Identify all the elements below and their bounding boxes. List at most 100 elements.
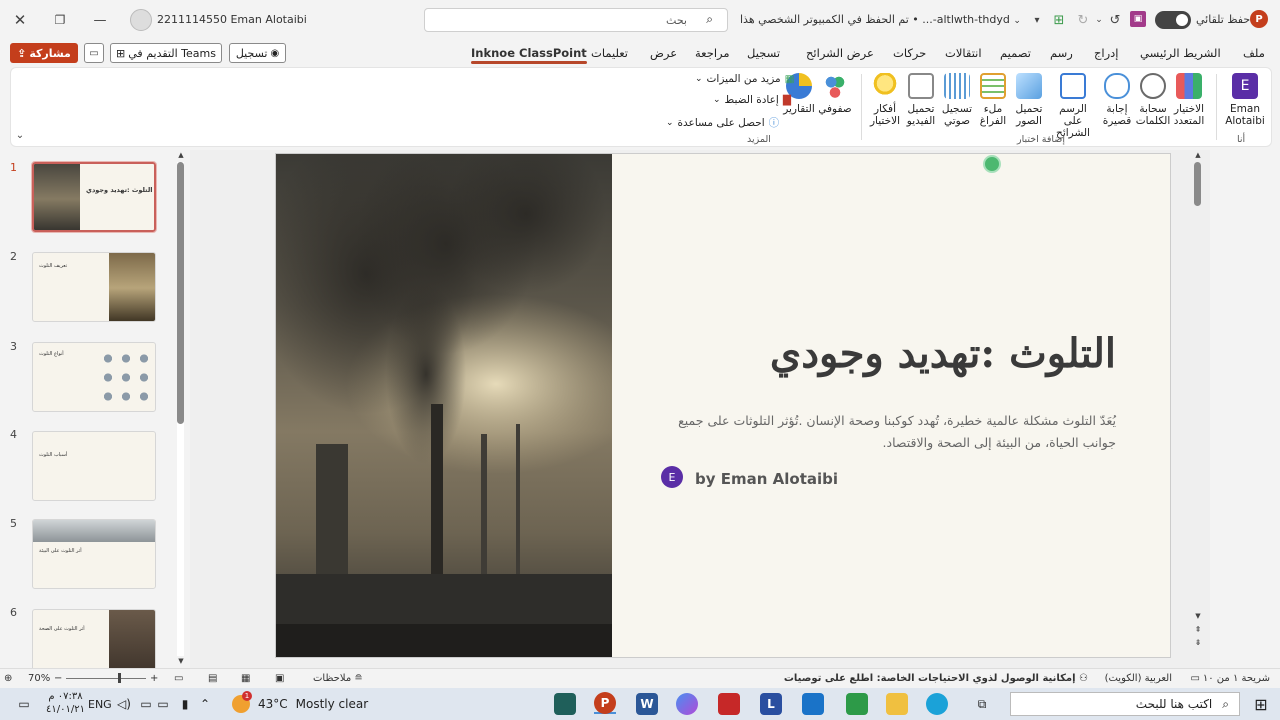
tab-slideshow[interactable]: عرض الشرائح xyxy=(806,46,874,60)
clock[interactable]: ٠٧:٣٨ م ٤١/٠١/٢١ xyxy=(46,690,85,716)
close-icon[interactable]: ✕ xyxy=(8,10,32,30)
multiple-choice-button[interactable]: الاختيار المتعدد xyxy=(1171,73,1207,127)
volume-icon[interactable]: ◁) xyxy=(116,694,132,714)
notes-button[interactable]: ملاحظات ≘ xyxy=(313,673,363,684)
show-hidden-icons[interactable]: ⌃ xyxy=(198,694,212,714)
tab-view[interactable]: عرض xyxy=(650,46,677,60)
customize-toolbar-icon[interactable]: ▾ xyxy=(1030,11,1044,29)
thumb-scrollbar[interactable] xyxy=(177,162,184,656)
zoom-level[interactable]: 70% xyxy=(28,673,50,684)
weather-widget[interactable]: 43°C Mostly clear xyxy=(232,694,368,714)
tab-file[interactable]: ملف xyxy=(1243,46,1265,60)
reset-button[interactable]: ⌄ إعادة الضبط ▇ xyxy=(713,94,791,106)
slide-sorter-icon[interactable]: ▦ xyxy=(241,673,250,684)
slide-thumbnail-1[interactable]: التلوث :تهديد وجودي xyxy=(31,161,157,233)
minimize-icon[interactable]: — xyxy=(88,10,112,30)
image-upload-button[interactable]: تحميل الصور xyxy=(1011,73,1047,127)
account-avatar[interactable] xyxy=(130,9,152,31)
taskbar-app-word[interactable]: W xyxy=(636,693,658,715)
taskbar-app-lanschool[interactable]: L xyxy=(760,693,782,715)
monitor-icon[interactable]: ▭ xyxy=(156,694,170,714)
tab-classpoint[interactable]: Inknoe ClassPoint xyxy=(471,46,587,64)
scroll-down-icon[interactable]: ▼ xyxy=(1193,611,1203,621)
tab-home[interactable]: الشريط الرئيسي xyxy=(1140,46,1221,60)
user-account-button[interactable]: E Eman Alotaibi xyxy=(1225,73,1265,127)
tab-transitions[interactable]: انتقالات xyxy=(945,46,982,60)
slideshow-icon[interactable]: ▭ xyxy=(174,673,183,684)
taskbar-app-mcafee[interactable] xyxy=(718,693,740,715)
redo-icon[interactable]: ↻ xyxy=(1074,11,1092,29)
save-icon[interactable]: ▣ xyxy=(1130,11,1146,27)
scroll-down-icon[interactable]: ▼ xyxy=(176,656,186,666)
taskbar-app-store[interactable] xyxy=(846,693,868,715)
word-cloud-button[interactable]: سحابة الكلمات xyxy=(1135,73,1171,127)
next-slide-icon[interactable]: ⇟ xyxy=(1193,637,1203,647)
scroll-up-icon[interactable]: ▲ xyxy=(176,150,186,160)
my-classes-button[interactable]: صفوفي xyxy=(817,73,853,115)
tab-record[interactable]: تسجيل xyxy=(747,46,780,60)
get-help-button[interactable]: ⌄ احصل على مساعدة ⓘ xyxy=(666,115,779,130)
scroll-up-icon[interactable]: ▲ xyxy=(1193,150,1203,160)
collapse-ribbon-icon[interactable]: ⌄ xyxy=(13,128,27,142)
tab-insert[interactable]: إدراج xyxy=(1094,46,1119,60)
zoom-out-icon[interactable]: − xyxy=(54,673,62,684)
document-title[interactable]: ⌄ altlwth-thdyd-... • تم الحفظ في الكمبي… xyxy=(740,13,1021,26)
tab-design[interactable]: تصميم xyxy=(1000,46,1031,60)
file-explorer-icon xyxy=(886,693,908,715)
language-indicator[interactable]: العربية (الكويت) xyxy=(1105,673,1172,684)
previous-slide-icon[interactable]: ⇞ xyxy=(1193,624,1203,634)
slide-thumbnail-2[interactable]: تعريف التلوث xyxy=(32,252,156,322)
taskbar-app-classpoint[interactable] xyxy=(554,693,576,715)
spellcheck-icon[interactable]: ▭ xyxy=(1191,673,1200,684)
taskbar-search-box[interactable]: اكتب هنا للبحث ⌕ xyxy=(1010,692,1240,716)
slide-scrollbar[interactable] xyxy=(1194,162,1201,610)
slide-1[interactable]: التلوث :تهديد وجودي يُعَدّ التلوث مشكلة … xyxy=(275,153,1171,658)
quiz-ideas-button[interactable]: أفكار الاختيار xyxy=(867,73,903,127)
autosave-toggle[interactable] xyxy=(1155,11,1191,29)
taskbar-app-explorer[interactable] xyxy=(886,693,908,715)
undo-dropdown-icon[interactable]: ⌄ xyxy=(1094,11,1104,29)
slide-thumbnail-4[interactable]: أسباب التلوث xyxy=(32,431,156,501)
taskbar-app-copilot[interactable] xyxy=(676,693,698,715)
slide-body-text[interactable]: يُعَدّ التلوث مشكلة عالمية خطيرة، تُهدد … xyxy=(646,410,1116,454)
restore-icon[interactable]: ❐ xyxy=(48,10,72,30)
microphone-icon[interactable]: ▮ xyxy=(178,694,192,714)
taskbar-app-edge[interactable] xyxy=(926,693,948,715)
start-button[interactable]: ⊞ xyxy=(1250,694,1272,714)
task-view-icon[interactable]: ⧉ xyxy=(972,694,992,714)
slide-thumbnail-5[interactable]: أثر التلوث على البيئة xyxy=(32,519,156,589)
account-name[interactable]: 2211114550 Eman Alotaibi xyxy=(157,13,307,26)
tab-help[interactable]: تعليمات xyxy=(591,46,628,60)
tab-draw[interactable]: رسم xyxy=(1050,46,1073,60)
fit-to-window-icon[interactable]: ⊕ xyxy=(4,673,12,684)
reading-view-icon[interactable]: ▤ xyxy=(208,673,217,684)
normal-view-icon[interactable]: ▣ xyxy=(275,673,284,684)
undo-icon[interactable]: ↺ xyxy=(1106,11,1124,29)
zoom-in-icon[interactable]: + xyxy=(150,673,158,684)
zoom-slider[interactable] xyxy=(66,678,146,679)
slide-thumbnail-3[interactable]: أنواع التلوث xyxy=(32,342,156,412)
accessibility-status[interactable]: إمكانية الوصول لذوي الاحتياجات الخاصة: ا… xyxy=(784,673,1088,684)
more-features-button[interactable]: ⌄ مزيد من الميزات ▦ xyxy=(695,73,795,85)
zoom-slider-handle[interactable] xyxy=(118,673,121,683)
slide-title[interactable]: التلوث :تهديد وجودي xyxy=(770,330,1116,377)
start-presentation-icon[interactable]: ⊞ xyxy=(1050,11,1068,29)
edge-icon xyxy=(926,693,948,715)
taskbar-app-powerpoint[interactable]: P xyxy=(594,692,616,714)
video-upload-button[interactable]: تحميل الفيديو xyxy=(903,73,939,127)
network-icon[interactable]: ▭ xyxy=(138,694,154,714)
classpoint-cursor-icon[interactable] xyxy=(983,155,1001,173)
audio-record-button[interactable]: تسجيل صوتي xyxy=(939,73,975,127)
slide-scrollbar-handle[interactable] xyxy=(1194,162,1201,206)
taskbar-app-mail[interactable] xyxy=(802,693,824,715)
fill-blank-button[interactable]: ملء الفراغ xyxy=(975,73,1011,127)
short-answer-button[interactable]: إجابة قصيرة xyxy=(1099,73,1135,127)
author-name[interactable]: by Eman Alotaibi xyxy=(695,470,838,488)
tab-review[interactable]: مراجعة xyxy=(695,46,730,60)
thumb-scrollbar-handle[interactable] xyxy=(177,162,184,424)
notifications-icon[interactable]: ▭ xyxy=(16,694,32,714)
input-language[interactable]: ENG xyxy=(88,694,112,714)
search-box[interactable]: ⌕ بحث xyxy=(424,8,728,32)
tab-animations[interactable]: حركات xyxy=(893,46,926,60)
slide-drawing-button[interactable]: الرسم على الشرائح xyxy=(1051,73,1095,139)
